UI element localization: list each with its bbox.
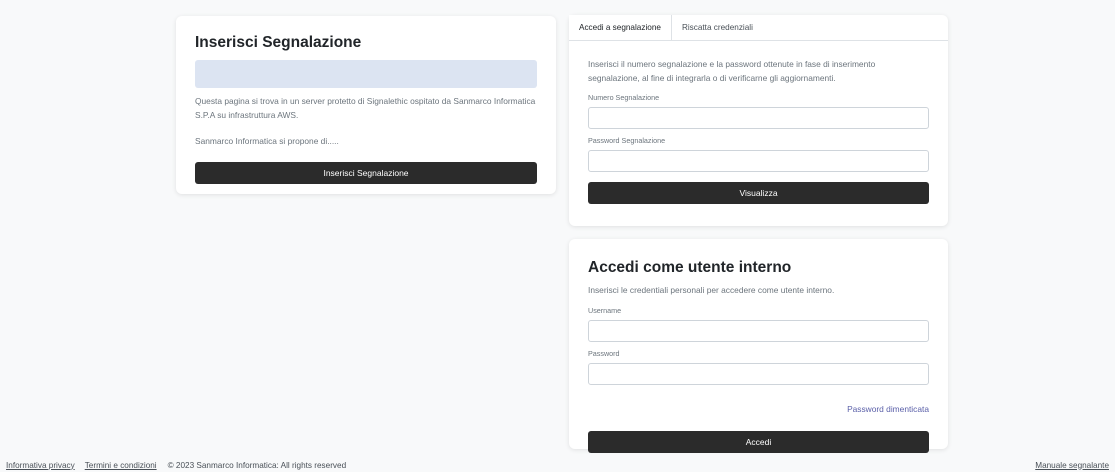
internal-user-card: Accedi come utente interno Inserisci le … xyxy=(569,239,948,453)
server-description: Questa pagina si trova in un server prot… xyxy=(195,96,536,120)
copyright-text: © 2023 Sanmarco Informatica: All rights … xyxy=(167,460,347,470)
view-button[interactable]: Visualizza xyxy=(588,182,929,204)
terms-link[interactable]: Termini e condizioni xyxy=(85,461,157,470)
internal-user-title: Accedi come utente interno xyxy=(588,259,792,276)
access-tab-body: Inserisci il numero segnalazione e la pa… xyxy=(569,41,948,204)
tab-redeem-credentials[interactable]: Riscatta credenziali xyxy=(672,15,763,40)
report-number-label: Numero Segnalazione xyxy=(588,93,660,102)
manual-link[interactable]: Manuale segnalante xyxy=(1035,461,1109,470)
insert-report-card: Inserisci Segnalazione Questa pagina si … xyxy=(176,16,556,194)
access-report-card: Accedi a segnalazione Riscatta credenzia… xyxy=(569,15,948,226)
report-number-input[interactable] xyxy=(588,107,929,129)
tab-access-report[interactable]: Accedi a segnalazione xyxy=(569,15,672,40)
access-tabs: Accedi a segnalazione Riscatta credenzia… xyxy=(569,15,948,41)
forgot-password-row: Password dimenticata xyxy=(588,399,929,417)
username-label: Username xyxy=(588,306,622,315)
insert-report-title: Inserisci Segnalazione xyxy=(195,34,362,51)
report-password-label: Password Segnalazione xyxy=(588,136,666,145)
info-banner xyxy=(195,60,537,88)
company-proposal-text: Sanmarco Informatica si propone di..... xyxy=(195,136,339,146)
username-input[interactable] xyxy=(588,320,929,342)
access-description: Inserisci il numero segnalazione e la pa… xyxy=(588,59,876,83)
footer: Informativa privacy Termini e condizioni… xyxy=(0,458,1115,472)
password-input[interactable] xyxy=(588,363,929,385)
report-password-input[interactable] xyxy=(588,150,929,172)
internal-user-description: Inserisci le credentiali personali per a… xyxy=(588,285,835,295)
privacy-link[interactable]: Informativa privacy xyxy=(6,461,75,470)
forgot-password-link[interactable]: Password dimenticata xyxy=(847,404,929,414)
insert-report-button[interactable]: Inserisci Segnalazione xyxy=(195,162,537,184)
password-label: Password xyxy=(588,349,620,358)
login-button[interactable]: Accedi xyxy=(588,431,929,453)
